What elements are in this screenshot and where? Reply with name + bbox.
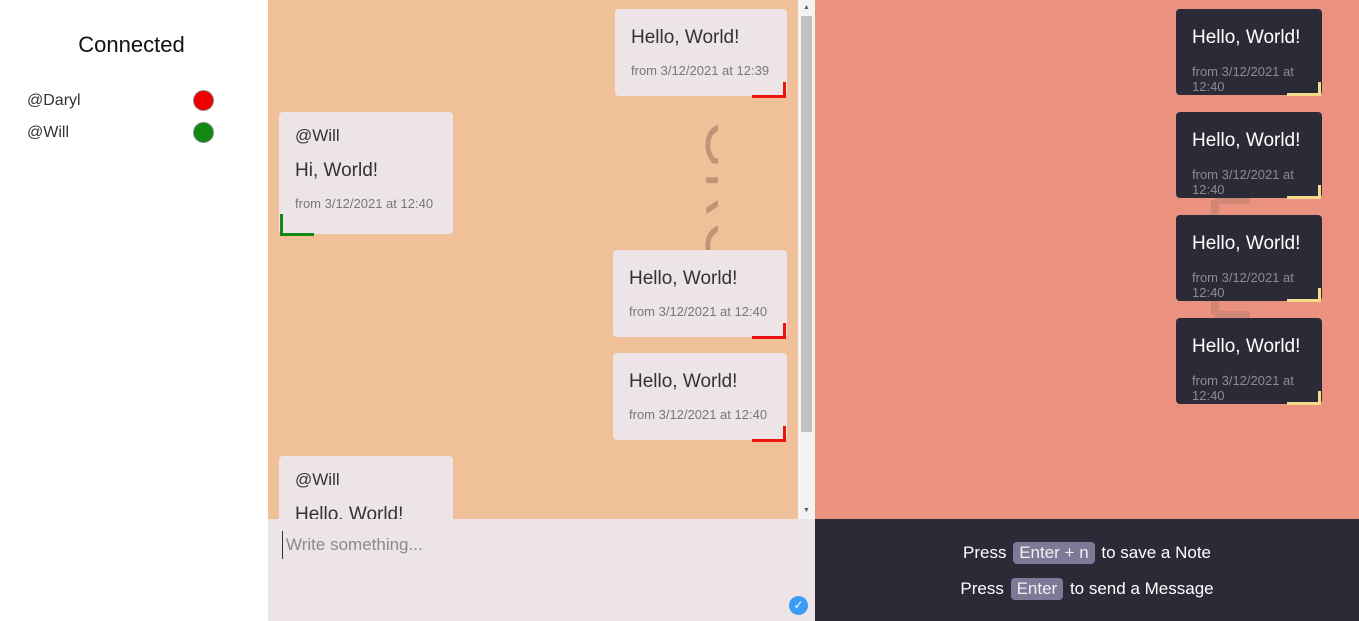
sidebar: Connected @Daryl @Will: [0, 0, 268, 621]
message-bubble-own: Hello, World! from 3/12/2021 at 12:40: [613, 353, 787, 442]
scroll-down-icon[interactable]: ▼: [798, 503, 815, 519]
note-corner-icon: [1287, 185, 1321, 199]
note-text: Hello, World!: [1192, 130, 1301, 151]
note-corner-icon: [1287, 288, 1321, 302]
key-hint-note: Enter + n: [1013, 542, 1095, 564]
help-prefix: Press: [962, 543, 1007, 562]
note-card: Hello, World! from 3/12/2021 at 12:40: [1176, 112, 1322, 199]
message-author: @Will: [295, 470, 340, 489]
note-card: Hello, World! from 3/12/2021 at 12:40: [1176, 215, 1322, 302]
note-corner-icon: [1287, 391, 1321, 405]
note-card: Hello, World! from 3/12/2021 at 12:40: [1176, 318, 1322, 405]
own-message-corner-icon: [752, 323, 786, 339]
scroll-thumb[interactable]: [801, 16, 812, 432]
status-dot-icon: [193, 122, 214, 143]
note-text: Hello, World!: [1192, 233, 1301, 254]
message-time: from 3/12/2021 at 12:40: [295, 196, 434, 211]
message-text: Hello, World!: [295, 504, 404, 519]
user-item-daryl[interactable]: @Daryl: [27, 90, 217, 114]
message-bubble-own: Hello, World! from 3/12/2021 at 12:39: [615, 9, 787, 98]
note-corner-icon: [1287, 82, 1321, 96]
user-item-will[interactable]: @Will: [27, 122, 217, 146]
message-bubble-own: Hello, World! from 3/12/2021 at 12:40: [613, 250, 787, 339]
other-message-corner-icon: [280, 214, 314, 236]
sidebar-title: Connected: [78, 32, 185, 57]
message-bubble-other: @Will Hello, World!: [279, 456, 453, 519]
help-line-send: Press Enter to send a Message: [815, 578, 1359, 600]
own-message-corner-icon: [752, 82, 786, 98]
message-bubble-other: @Will Hi, World! from 3/12/2021 at 12:40: [279, 112, 453, 236]
help-line-note: Press Enter + n to save a Note: [815, 542, 1359, 564]
help-suffix: to save a Note: [1101, 543, 1212, 562]
note-text: Hello, World!: [1192, 27, 1301, 48]
message-text: Hello, World!: [629, 268, 738, 289]
own-message-corner-icon: [752, 426, 786, 442]
chat-scrollbar[interactable]: ▲ ▼: [798, 0, 815, 519]
user-name: @Will: [27, 124, 70, 141]
note-text: Hello, World!: [1192, 336, 1301, 357]
message-text: Hi, World!: [295, 160, 379, 181]
message-author: @Will: [295, 126, 340, 145]
message-text: Hello, World!: [631, 27, 740, 48]
status-dot-icon: [193, 90, 214, 111]
notes-panel[interactable]: Hello, World! from 3/12/2021 at 12:40 He…: [815, 0, 1359, 519]
group-chat-panel[interactable]: GROUP Hello, World! from 3/12/2021 at 12…: [268, 0, 815, 519]
note-card: Hello, World! from 3/12/2021 at 12:40: [1176, 9, 1322, 96]
message-time: from 3/12/2021 at 12:40: [629, 304, 768, 319]
message-text: Hello, World!: [629, 371, 738, 392]
user-name: @Daryl: [27, 92, 81, 109]
message-time: from 3/12/2021 at 12:39: [631, 63, 770, 78]
keyboard-help-panel: Press Enter + n to save a Note Press Ent…: [815, 519, 1359, 621]
help-prefix: Press: [960, 579, 1004, 598]
key-hint-send: Enter: [1010, 578, 1064, 600]
check-icon[interactable]: ✓: [789, 596, 808, 615]
help-suffix: to send a Message: [1069, 579, 1214, 598]
message-time: from 3/12/2021 at 12:40: [629, 407, 768, 422]
message-composer: ✓: [268, 519, 815, 621]
scroll-up-icon[interactable]: ▲: [798, 0, 815, 16]
message-input[interactable]: [282, 531, 782, 559]
